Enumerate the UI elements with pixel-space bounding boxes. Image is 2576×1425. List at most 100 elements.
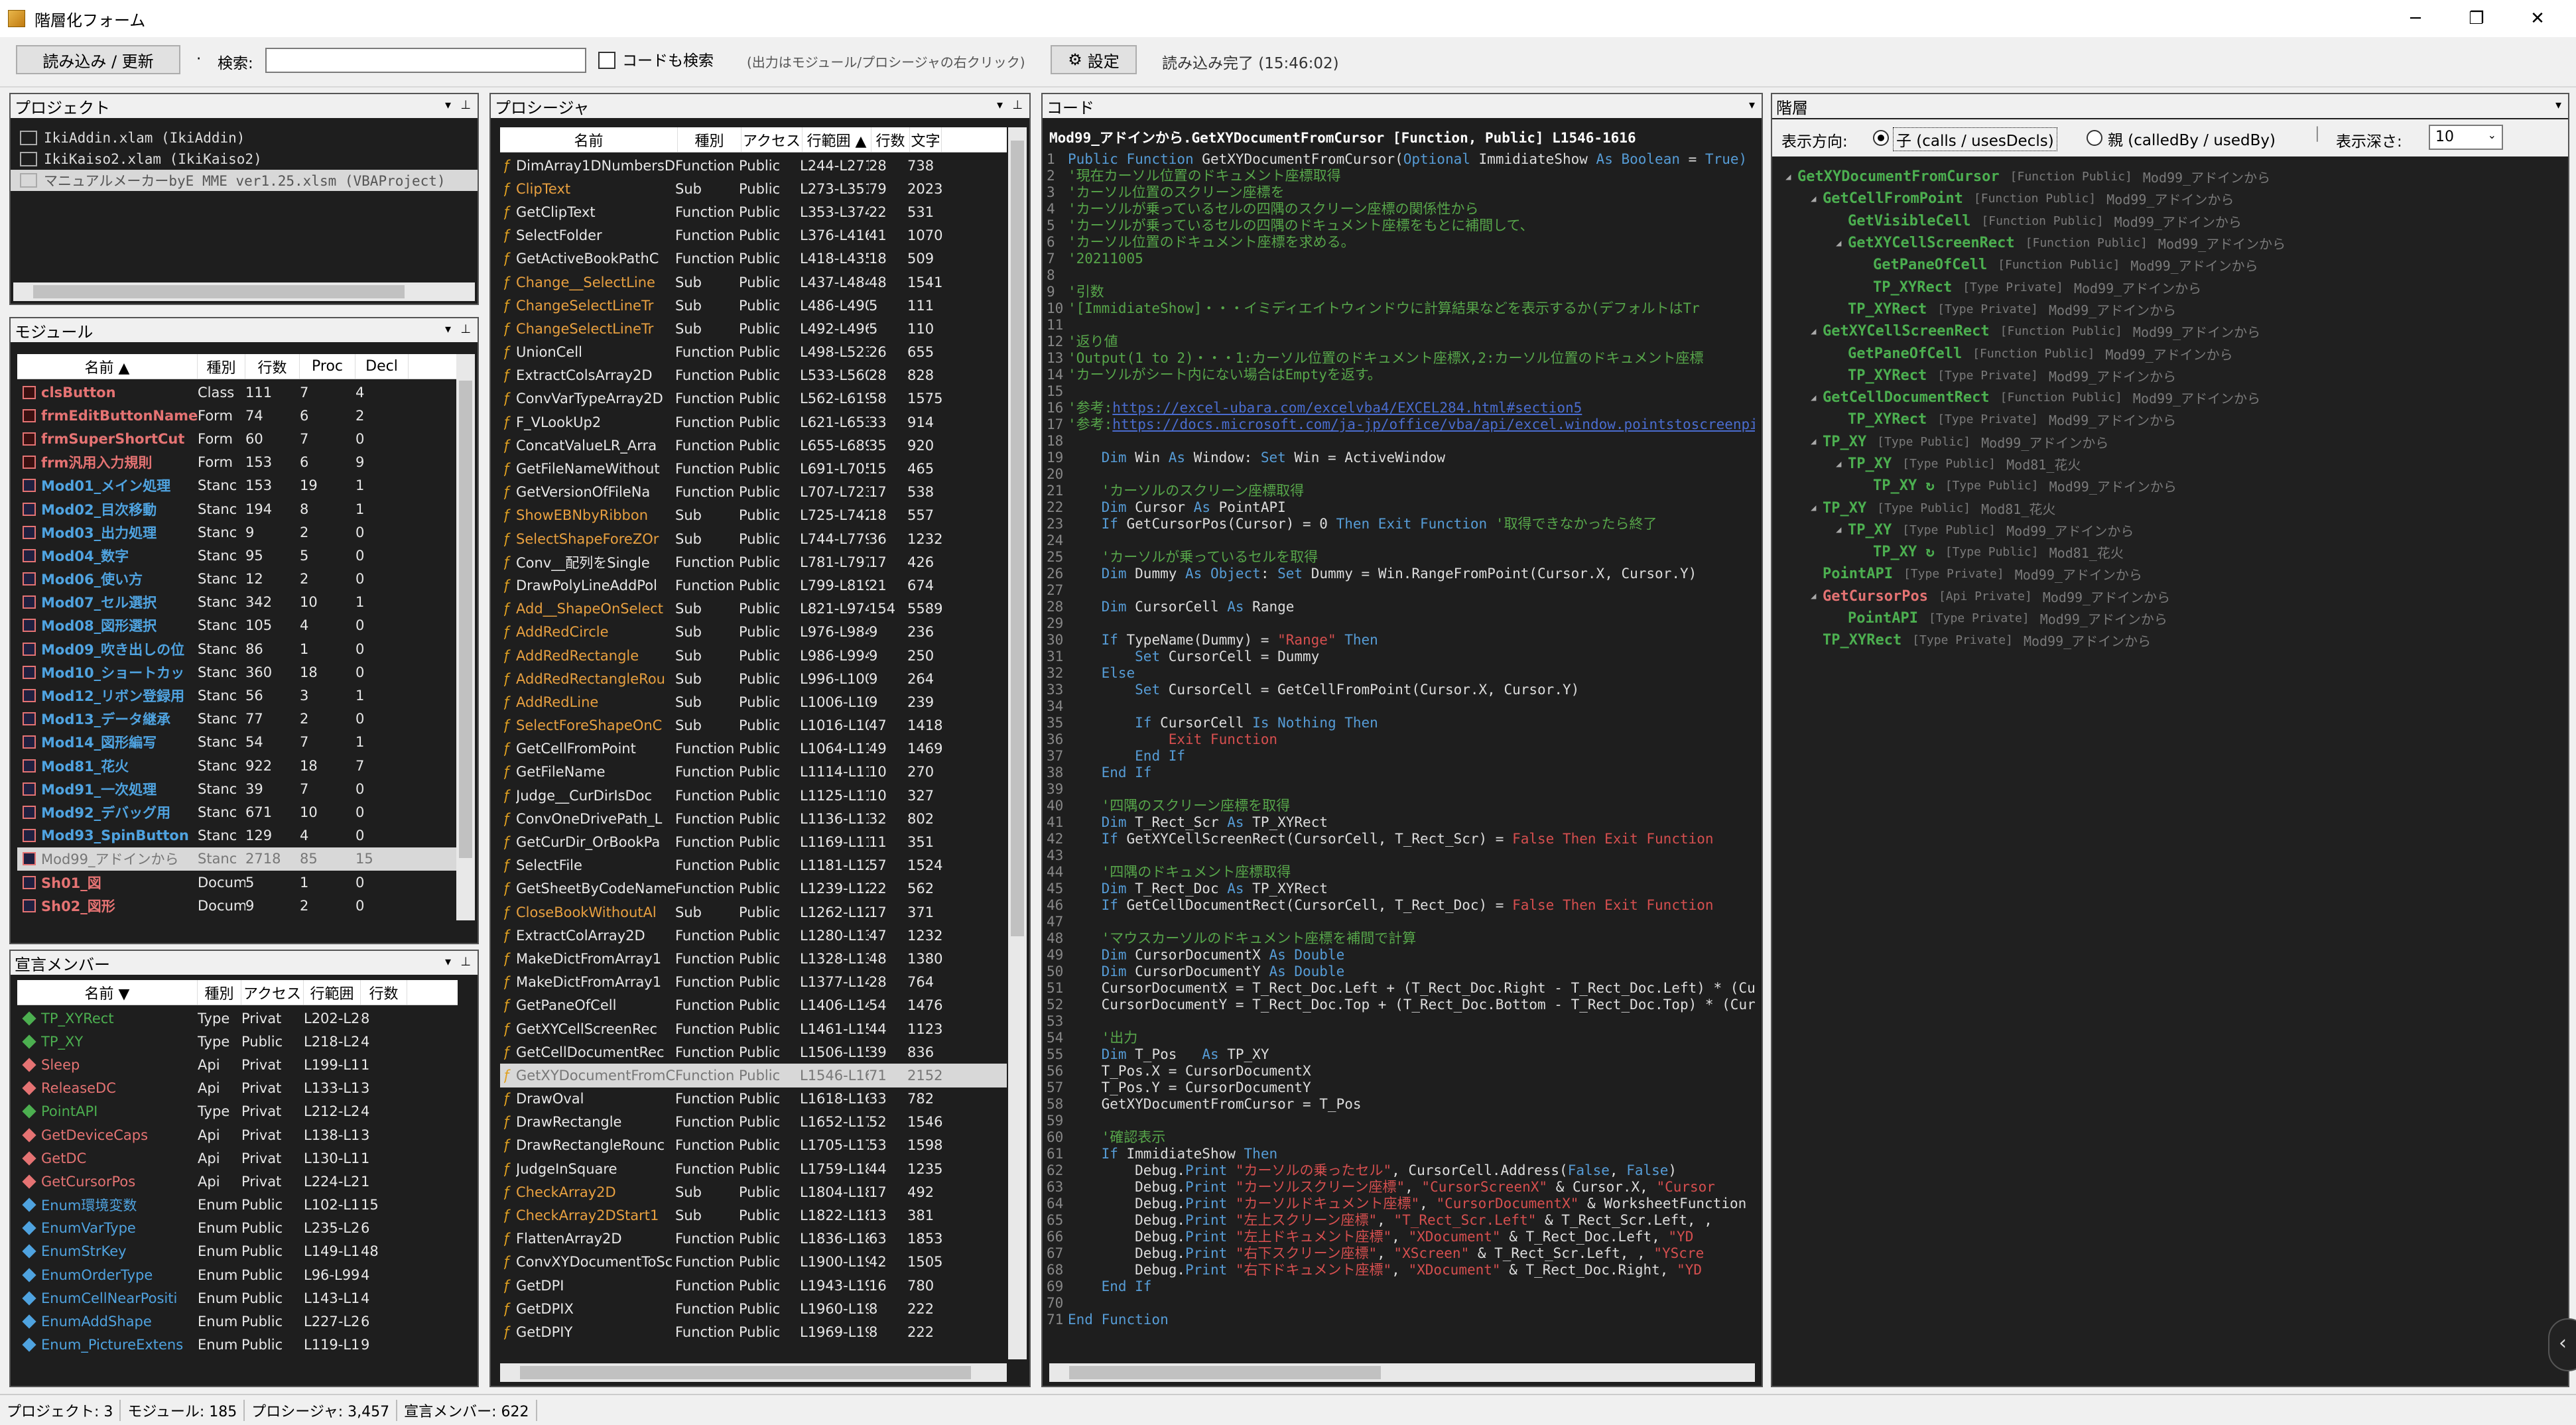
tree-node[interactable]: TP_XY ↻ [Type Public] Mod99_アドインから [1785,475,2561,497]
procedure-row[interactable]: ƒ GetDPI Function Public L1943-L19 16 780 [500,1274,1007,1297]
module-row[interactable]: Mod14_図形編写 Stanc 54 7 1 [17,731,458,754]
code-search-checkbox[interactable] [598,52,615,69]
module-row[interactable]: Mod10_ショートカッ Stanc 360 18 0 [17,660,458,684]
tree-node[interactable]: ◢ GetCursorPos [Api Private] Mod99_アドインから [1785,586,2561,607]
tree-node[interactable]: ◢ TP_XY [Type Public] Mod81_花火 [1785,497,2561,519]
member-row[interactable]: ReleaseDC Api Privat L133-L1: 3 [17,1077,458,1100]
expand-icon[interactable]: ◢ [1811,591,1823,601]
member-row[interactable]: EnumAddShape Enum Public L227-L2: 6 [17,1310,458,1333]
expand-icon[interactable]: ◢ [1811,194,1823,204]
procedure-row[interactable]: ƒ CloseBookWithoutAl Sub Public L1262-L12 17 3… [500,900,1007,924]
tree-node[interactable]: ◢ GetXYCellScreenRect [Function Public] Mod… [1785,232,2561,254]
tree-node[interactable]: GetPaneOfCell [Function Public] Mod99_アドイン… [1785,342,2561,364]
pin-icon[interactable]: ⊥ [460,98,471,112]
search-input[interactable] [265,48,586,73]
column-header[interactable]: 種別 [678,127,741,152]
tree-node[interactable]: ◢ GetCellDocumentRect [Function Public] Mod… [1785,387,2561,408]
procedure-row[interactable]: ƒ GetPaneOfCell Function Public L1406-L14 54 1… [500,994,1007,1017]
maximize-button[interactable]: ❐ [2446,0,2507,37]
module-row[interactable]: clsButton Class 111 7 4 [17,381,458,404]
column-header[interactable]: アクセス [241,980,304,1005]
project-checkbox[interactable] [20,131,37,145]
module-row[interactable]: Mod93_SpinButton Stanc 129 4 0 [17,824,458,847]
expand-icon[interactable]: ◢ [1811,503,1823,513]
tree-node[interactable]: GetVisibleCell [Function Public] Mod99_アドイ… [1785,210,2561,232]
procedure-row[interactable]: ƒ DrawPolyLineAddPol Function Public L799-L8… [500,574,1007,597]
member-row[interactable]: EnumStrKey Enum Public L149-L1: 48 [17,1240,458,1263]
module-row[interactable]: Mod91_一次処理 Stanc 39 7 0 [17,777,458,800]
member-row[interactable]: TP_XYRect Type Privat L202-L208 [17,1007,458,1030]
module-vscroll[interactable] [456,354,475,920]
column-header[interactable]: 行範囲 [304,980,361,1005]
column-header[interactable]: 種別 [198,980,241,1005]
member-row[interactable]: TP_XY Type Public L218-L2: 4 [17,1030,458,1053]
project-item[interactable]: マニュアルメーカーbyE MME ver1.25.xlsm (VBAProjec… [11,170,478,191]
module-row[interactable]: Sh01_図 Docum 5 1 0 [17,871,458,894]
procedure-row[interactable]: ƒ GetCurDir_OrBookPa Function Public L1169-L… [500,830,1007,853]
module-row[interactable]: Mod06_使い方 Stanc 12 2 0 [17,568,458,591]
module-row[interactable]: Mod02_目次移動 Stanc 194 8 1 [17,497,458,521]
tree-node[interactable]: TP_XYRect [Type Private] Mod99_アドインから [1785,629,2561,651]
module-row[interactable]: Mod12_リボン登録用 Stanc 56 3 1 [17,684,458,707]
procedure-row[interactable]: ƒ ConvXYDocumentToSc Function Public L1900-L… [500,1251,1007,1274]
procedure-row[interactable]: ƒ SelectShapeForeZOr Sub Public L744-L779 36 1… [500,527,1007,550]
procedure-row[interactable]: ƒ ChangeSelectLineTr Sub Public L486-L490 5 11… [500,294,1007,317]
close-button[interactable]: ✕ [2507,0,2568,37]
module-row[interactable]: Sh02_図形 Docum 9 2 0 [17,894,458,917]
module-row[interactable]: Mod99_アドインから Stanc 2718 85 15 [17,847,458,871]
module-row[interactable]: Sh03_設定Docum1020 [17,917,458,918]
procedure-row[interactable]: ƒ ClipText Sub Public L273-L351 79 2023 [500,177,1007,200]
column-header[interactable]: 行範囲 ▲ [803,127,871,152]
child-radio[interactable] [1873,130,1889,146]
module-row[interactable]: Mod81_花火 Stanc 922 18 7 [17,754,458,777]
procedure-row[interactable]: ƒ AddRedRectangleRou Sub Public L996-L100 9 26… [500,667,1007,690]
column-header[interactable]: 名前 ▼ [17,980,198,1005]
procedure-row[interactable]: ƒ GetDPIY Function Public L1969-L19 8 222 [500,1320,1007,1343]
procedure-row[interactable]: ƒ Change__SelectLine Sub Public L437-L484 48 1… [500,271,1007,294]
procedure-row[interactable]: ƒ MakeDictFromArray1 Function Public L1328-L… [500,947,1007,970]
procedure-row[interactable]: ƒ DrawOval FunctionPublic L1618-L16533 782 [500,1087,1007,1111]
procedure-row[interactable]: ƒ MakeDictFromArray1 Function Public L1377-L… [500,971,1007,994]
tree-node[interactable]: ◢ TP_XY [Type Public] Mod81_花火 [1785,453,2561,475]
member-row[interactable]: GetDC Api Privat L130-L1: 1 [17,1146,458,1170]
column-header[interactable]: 名前 ▲ [17,354,198,379]
expand-icon[interactable]: ◢ [1836,525,1848,535]
project-item[interactable]: IkiAddin.xlam (IkiAddin) [11,127,478,149]
dropdown-icon[interactable]: ▾ [1749,98,1755,112]
procedure-row[interactable]: ƒ Judge__CurDirIsDoc Function Public L1125-L… [500,784,1007,807]
dropdown-icon[interactable]: ▾ [2555,98,2561,112]
procedure-row[interactable]: ƒ ConvOneDrivePath_L Function Public L1136-L… [500,807,1007,830]
procedure-row[interactable]: ƒ ConcatValueLR_Arra Function Public L655-L6… [500,434,1007,457]
tree-node[interactable]: PointAPI [Type Private] Mod99_アドインから [1785,563,2561,585]
depth-select[interactable]: 10 ⌄ [2429,125,2503,150]
project-checkbox[interactable] [20,152,37,166]
project-item[interactable]: IkiKaiso2.xlam (IkiKaiso2) [11,149,478,170]
dropdown-icon[interactable]: ▾ [445,98,451,112]
column-header[interactable]: 行数 [361,980,407,1005]
procedure-vscroll[interactable] [1008,127,1027,1359]
member-row[interactable]: Enum_PictureExtens Enum Public L119-L1: 9 [17,1333,458,1357]
procedure-row[interactable]: ƒ ShowEBNbyRibbon Sub Public L725-L742 18 557 [500,504,1007,527]
procedure-row[interactable]: ƒ GetVersionOfFileNa Function Public L707-L7… [500,481,1007,504]
dropdown-icon[interactable]: ▾ [445,322,451,336]
procedure-row[interactable]: ƒ AddRedCircle Sub Public L976-L984 9 236 [500,621,1007,644]
module-row[interactable]: Mod92_デバッグ用 Stanc 671 10 0 [17,800,458,824]
procedure-row[interactable]: ƒ GetFileName FunctionPublic L1114-L11:10 27… [500,761,1007,784]
member-row[interactable]: PointAPI Type Privat L212-L2 4 [17,1100,458,1123]
column-header[interactable]: 名前 [500,127,678,152]
procedure-row[interactable]: ƒ GetActiveBookPathC Function Public L418-L4… [500,247,1007,271]
procedure-row[interactable]: ƒ GetDPIX Function Public L1960-L19 8 222 [500,1297,1007,1320]
procedure-row[interactable]: ƒ ExtractColArray2D Function Public L1280-L1… [500,924,1007,947]
module-row[interactable]: Mod07_セル選択 Stanc 342 10 1 [17,591,458,614]
column-header[interactable]: 種別 [198,354,245,379]
procedure-row[interactable]: ƒ GetXYCellScreenRec Function Public L1461-L… [500,1017,1007,1040]
side-collapse-handle[interactable]: ‹ [2548,1318,2576,1371]
column-header[interactable]: 行数 [245,354,300,379]
dropdown-icon[interactable]: ▾ [445,955,451,969]
module-row[interactable]: Mod04_数字 Stanc 95 5 0 [17,544,458,567]
tree-node[interactable]: TP_XYRect [Type Private] Mod99_アドインから [1785,276,2561,298]
pin-icon[interactable]: ⊥ [1012,98,1023,112]
member-row[interactable]: Sleep Api Privat L199-L1: 1 [17,1053,458,1076]
dropdown-icon[interactable]: ▾ [997,98,1003,112]
procedure-row[interactable]: ƒ ChangeSelectLineTr Sub Public L492-L496 5 11… [500,317,1007,340]
